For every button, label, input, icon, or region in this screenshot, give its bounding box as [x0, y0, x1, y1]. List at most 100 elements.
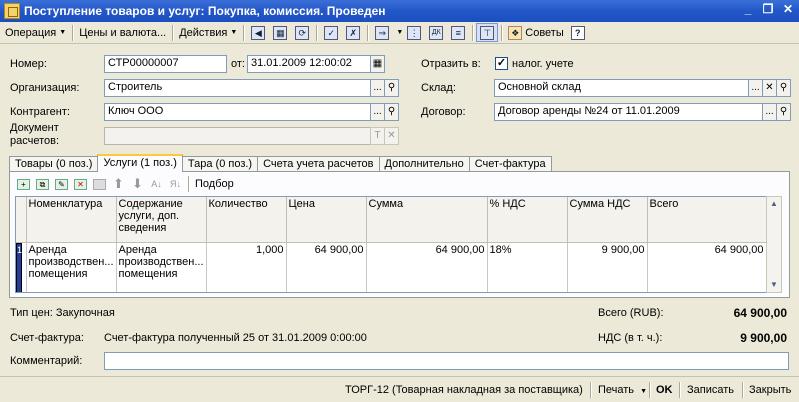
tab-packaging[interactable]: Тара (0 поз.)	[181, 156, 259, 172]
create-based-on-button[interactable]: ⇒	[371, 23, 393, 42]
window-title: Поступление товаров и услуг: Покупка, ко…	[24, 4, 386, 18]
close-window-button[interactable]: ✕	[779, 2, 797, 19]
tips-icon: ❖	[508, 25, 523, 40]
counterparty-select-button[interactable]: ...	[370, 103, 385, 121]
date-field[interactable]: 31.01.2009 12:00:02	[247, 55, 371, 73]
subordinate-docs-button[interactable]: ⋮	[403, 23, 425, 42]
number-field[interactable]: СТР00000007	[104, 55, 227, 73]
column-content[interactable]: Содержание услуги, доп. сведения	[116, 197, 207, 243]
refresh-button[interactable]: ⟳	[291, 23, 313, 42]
tab-goods[interactable]: Товары (0 поз.)	[9, 156, 99, 172]
vertical-scrollbar[interactable]: ▲ ▼	[766, 196, 782, 293]
title-bar: Поступление товаров и услуг: Покупка, ко…	[0, 0, 799, 22]
cell-sum[interactable]: 64 900,00	[366, 242, 488, 292]
column-vat-sum[interactable]: Сумма НДС	[567, 197, 648, 243]
column-sum[interactable]: Сумма	[366, 197, 488, 243]
scroll-down-icon[interactable]: ▼	[767, 278, 781, 292]
delete-row-icon: ✕	[74, 178, 87, 190]
column-total[interactable]: Всего	[647, 197, 767, 243]
tab-additional[interactable]: Дополнительно	[378, 156, 470, 172]
column-price[interactable]: Цена	[286, 197, 367, 243]
copy-row-button[interactable]: ⧉	[33, 175, 52, 194]
edit-row-button[interactable]: ✎	[52, 175, 71, 194]
settlement-doc-field[interactable]	[104, 127, 371, 145]
tab-settlement-accounts[interactable]: Счета учета расчетов	[257, 156, 380, 172]
dt-kt-button[interactable]: ДК	[425, 23, 447, 42]
warehouse-clear-button[interactable]: ✕	[762, 79, 777, 97]
number-label: Номер:	[10, 58, 47, 70]
prices-currency-button[interactable]: Цены и валюта...	[76, 23, 169, 42]
report-button[interactable]: ≡	[447, 23, 469, 42]
subordinate-icon: ⋮	[407, 25, 422, 40]
torg12-print-button[interactable]: ТОРГ-12 (Товарная накладная за поставщик…	[345, 384, 583, 396]
table-row[interactable]: 1 Аренда производствен... помещения Арен…	[16, 242, 767, 292]
tab-services[interactable]: Услуги (1 поз.)	[97, 154, 183, 172]
document-icon	[4, 3, 20, 19]
hierarchy-button[interactable]: ⊤	[476, 23, 499, 42]
cell-nomenclature[interactable]: Аренда производствен... помещения	[26, 242, 117, 292]
contract-open-button[interactable]: ⚲	[776, 103, 791, 121]
cell-quantity[interactable]: 1,000	[206, 242, 287, 292]
organization-select-button[interactable]: ...	[370, 79, 385, 97]
chevron-down-icon[interactable]: ▼	[396, 29, 403, 36]
operation-menu[interactable]: Операция ▼	[2, 23, 69, 42]
warehouse-open-button[interactable]: ⚲	[776, 79, 791, 97]
comment-field[interactable]	[104, 352, 789, 370]
tab-invoice[interactable]: Счет-фактура	[468, 156, 552, 172]
sort-asc-button[interactable]: A↓	[147, 175, 166, 194]
vat-value: 9 900,00	[740, 331, 787, 345]
vat-label: НДС (в т. ч.):	[598, 332, 663, 344]
search-icon: ⚲	[779, 106, 788, 117]
report-icon: ≡	[451, 25, 466, 40]
contract-select-button[interactable]: ...	[762, 103, 777, 121]
organization-field[interactable]: Строитель	[104, 79, 371, 97]
delete-row-button[interactable]: ✕	[71, 175, 90, 194]
sort-desc-button[interactable]: Я↓	[166, 175, 185, 194]
counterparty-open-button[interactable]: ⚲	[384, 103, 399, 121]
column-vat-rate[interactable]: % НДС	[487, 197, 568, 243]
cell-content[interactable]: Аренда производствен... помещения	[116, 242, 207, 292]
restore-button[interactable]: ❐	[759, 2, 777, 19]
unpost-document-button[interactable]: ✗	[342, 23, 364, 42]
save-button[interactable]: Записать	[687, 384, 734, 396]
main-toolbar: Операция ▼ Цены и валюта... Действия ▼ ◀…	[0, 22, 799, 44]
warehouse-field[interactable]: Основной склад	[494, 79, 749, 97]
settlement-doc-label: Документ	[10, 122, 59, 134]
cell-price[interactable]: 64 900,00	[286, 242, 367, 292]
search-icon: ⚲	[779, 82, 788, 93]
organization-open-button[interactable]: ⚲	[384, 79, 399, 97]
contract-field[interactable]: Договор аренды №24 от 11.01.2009	[494, 103, 763, 121]
structure-button[interactable]: ▦	[269, 23, 291, 42]
tips-button[interactable]: ❖ Советы	[505, 23, 566, 42]
end-edit-button[interactable]	[90, 175, 109, 194]
counterparty-field[interactable]: Ключ ООО	[104, 103, 371, 121]
cell-total[interactable]: 64 900,00	[647, 242, 767, 292]
add-row-button[interactable]: +	[14, 175, 33, 194]
cell-vat-rate[interactable]: 18%	[487, 242, 568, 292]
settlement-doc-clear-button[interactable]: ✕	[384, 127, 399, 145]
close-button[interactable]: Закрыть	[749, 384, 791, 396]
help-button[interactable]: ?	[567, 23, 589, 42]
column-nomenclature[interactable]: Номенклатура	[26, 197, 117, 243]
ok-button[interactable]: OK	[656, 384, 673, 396]
selection-button[interactable]: Подбор	[192, 175, 237, 194]
actions-menu[interactable]: Действия ▼	[176, 23, 240, 42]
invoice-link[interactable]: Счет-фактура полученный 25 от 31.01.2009…	[104, 332, 367, 344]
minimize-button[interactable]: _	[739, 2, 757, 19]
column-quantity[interactable]: Количество	[206, 197, 287, 243]
go-back-button[interactable]: ◀	[247, 23, 269, 42]
warehouse-select-button[interactable]: ...	[748, 79, 763, 97]
settlement-doc-type-button[interactable]: T	[370, 127, 385, 145]
invoice-label: Счет-фактура:	[10, 332, 84, 344]
move-up-button[interactable]: ⬆	[109, 175, 128, 194]
price-type-label[interactable]: Тип цен: Закупочная	[10, 307, 115, 319]
calendar-button[interactable]: ▦	[370, 55, 385, 73]
tax-accounting-checkbox[interactable]: ✓	[495, 57, 508, 70]
cell-vat-sum[interactable]: 9 900,00	[567, 242, 648, 292]
search-icon: ⚲	[387, 82, 396, 93]
post-document-button[interactable]: ✓	[320, 23, 342, 42]
print-menu-button[interactable]: Печать ▼	[598, 384, 647, 396]
move-down-button[interactable]: ⬇	[128, 175, 147, 194]
chevron-down-icon: ▼	[230, 29, 238, 36]
scroll-up-icon[interactable]: ▲	[767, 197, 781, 211]
